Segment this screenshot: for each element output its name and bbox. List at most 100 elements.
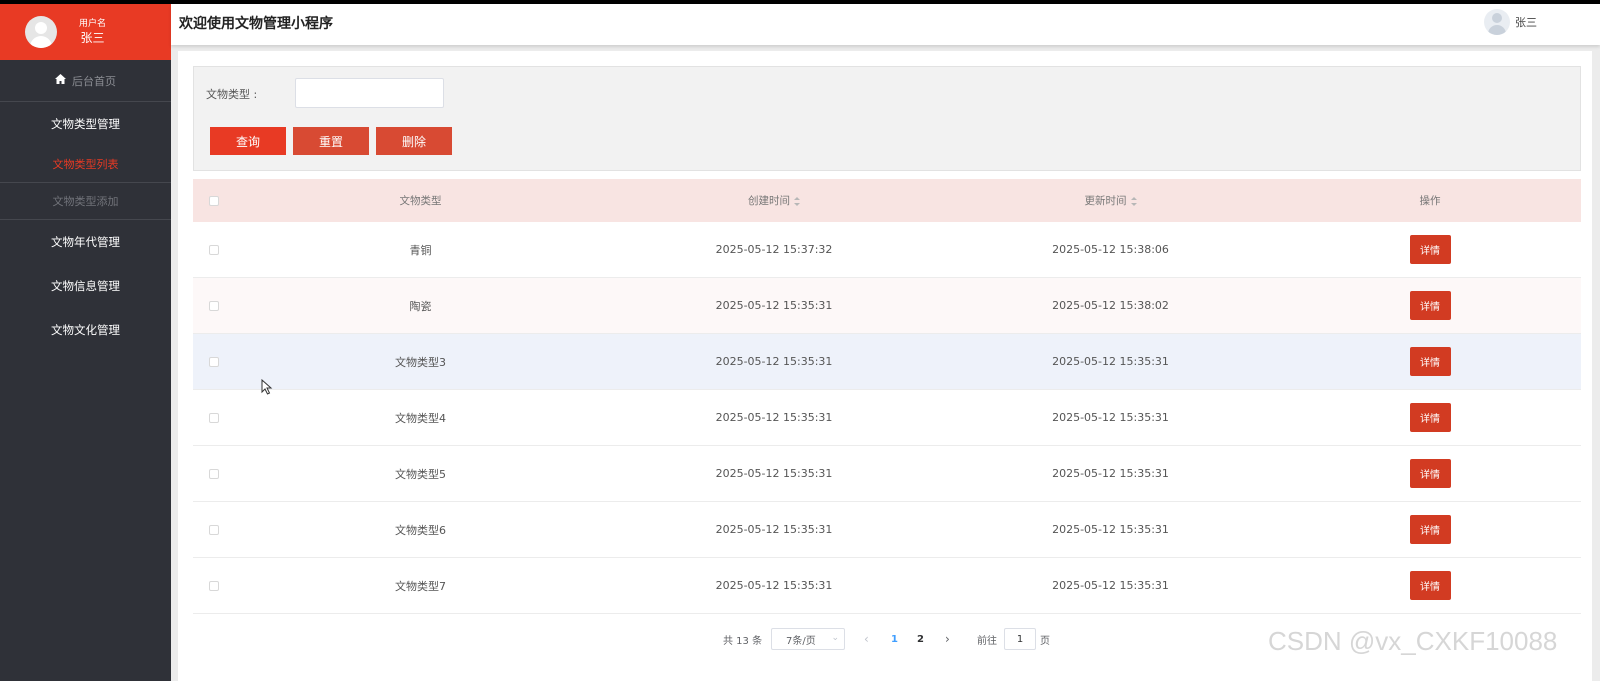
cell-updated: 2025-05-12 15:35:31 (1052, 579, 1169, 592)
row-checkbox-cell (193, 300, 235, 311)
cell-created: 2025-05-12 15:35:31 (715, 355, 833, 368)
user-name: 张三 (80, 31, 105, 45)
sidebar-group-artifact-era[interactable]: 文物年代管理 (0, 220, 171, 264)
cell-type: 文物类型4 (395, 411, 446, 425)
sidebar-group-label: 文物文化管理 (51, 323, 120, 337)
header-user-menu[interactable]: 张三 (1484, 9, 1537, 35)
query-button[interactable]: 查询 (210, 127, 286, 155)
row-checkbox[interactable] (209, 468, 219, 479)
column-header-ops: 操作 (1279, 193, 1581, 208)
next-page-icon[interactable]: › (945, 626, 950, 652)
artifact-type-input[interactable] (295, 78, 444, 108)
detail-button[interactable]: 详情 (1409, 403, 1451, 432)
goto-prefix: 前往 (977, 635, 997, 647)
search-panel: 文物类型 : 查询 重置 删除 (193, 66, 1581, 171)
row-checkbox-cell (193, 356, 235, 367)
sidebar-group-artifact-culture[interactable]: 文物文化管理 (0, 308, 171, 352)
cell-ops: 详情 (1279, 515, 1581, 544)
page-number-1[interactable]: 1 (891, 626, 898, 652)
row-checkbox-cell (193, 412, 235, 423)
sidebar-item-label: 文物类型列表 (52, 158, 119, 171)
avatar[interactable] (25, 16, 57, 48)
detail-button[interactable]: 详情 (1409, 571, 1451, 600)
detail-button[interactable]: 详情 (1409, 515, 1451, 544)
column-header-created[interactable]: 创建时间 (606, 193, 942, 208)
sidebar: 用户名 张三 后台首页 文物类型管理 文物类型列表 文物类型添加 文物年代管理 … (0, 4, 171, 681)
app-frame: 用户名 张三 后台首页 文物类型管理 文物类型列表 文物类型添加 文物年代管理 … (0, 4, 1600, 681)
sidebar-item-home[interactable]: 后台首页 (0, 60, 171, 102)
select-all-checkbox[interactable] (209, 195, 219, 206)
user-info: 用户名 张三 (79, 18, 106, 46)
delete-button[interactable]: 删除 (376, 127, 452, 155)
cell-type: 文物类型7 (395, 579, 446, 593)
page-size-value: 7条/页 (786, 635, 816, 647)
sort-icon[interactable] (794, 196, 800, 206)
sidebar-group-label: 文物年代管理 (51, 235, 120, 249)
cell-ops: 详情 (1279, 235, 1581, 264)
sort-icon[interactable] (1130, 196, 1137, 206)
cell-updated: 2025-05-12 15:38:02 (1052, 299, 1169, 312)
top-header: 欢迎使用文物管理小程序 张三 (171, 4, 1600, 45)
row-checkbox[interactable] (209, 412, 219, 423)
goto-suffix: 页 (1040, 635, 1050, 647)
column-header-type: 文物类型 (235, 193, 606, 208)
detail-button[interactable]: 详情 (1409, 291, 1451, 320)
sidebar-item-home-label: 后台首页 (72, 74, 116, 88)
cell-updated: 2025-05-12 15:35:31 (1052, 523, 1169, 536)
watermark: CSDN @vx_CXKF10088 (1268, 626, 1558, 656)
detail-button[interactable]: 详情 (1409, 235, 1451, 264)
cell-created: 2025-05-12 15:35:31 (715, 467, 833, 480)
chevron-down-icon: ⌄ (831, 633, 839, 643)
column-ops-label: 操作 (1419, 195, 1441, 207)
user-label: 用户名 (79, 19, 107, 29)
cell-type: 青铜 (409, 243, 432, 257)
table-row: 陶瓷 2025-05-12 15:35:31 2025-05-12 15:38:… (193, 278, 1581, 334)
table-row: 青铜 2025-05-12 15:37:32 2025-05-12 15:38:… (193, 222, 1581, 278)
row-checkbox[interactable] (209, 580, 219, 591)
page-size-select[interactable]: 7条/页 ⌄ (771, 628, 845, 650)
cell-created: 2025-05-12 15:35:31 (715, 523, 833, 536)
home-icon (55, 74, 66, 87)
row-checkbox-cell (193, 580, 235, 591)
artifact-type-label: 文物类型 : (206, 88, 258, 101)
row-checkbox[interactable] (209, 244, 219, 255)
sidebar-group-artifact-info[interactable]: 文物信息管理 (0, 264, 171, 308)
pagination-total: 共 13 条 (723, 635, 763, 647)
sidebar-item-type-add[interactable]: 文物类型添加 (0, 183, 171, 220)
page-number-2[interactable]: 2 (917, 626, 924, 652)
table-row: 文物类型7 2025-05-12 15:35:31 2025-05-12 15:… (193, 558, 1581, 614)
column-header-updated[interactable]: 更新时间 (942, 193, 1279, 208)
sidebar-item-type-list[interactable]: 文物类型列表 (0, 146, 171, 183)
cell-updated: 2025-05-12 15:35:31 (1052, 355, 1169, 368)
cell-type: 文物类型5 (395, 467, 446, 481)
table-row: 文物类型4 2025-05-12 15:35:31 2025-05-12 15:… (193, 390, 1581, 446)
sidebar-group-artifact-type[interactable]: 文物类型管理 (0, 102, 171, 146)
cell-updated: 2025-05-12 15:35:31 (1052, 467, 1169, 480)
cell-type: 文物类型6 (395, 523, 446, 537)
detail-button[interactable]: 详情 (1409, 459, 1451, 488)
table-header: 文物类型 创建时间 更新时间 操作 (193, 179, 1581, 222)
main-content: 文物类型 : 查询 重置 删除 文物类型 创建时间 更新时间 操作 青铜 202… (178, 51, 1592, 681)
prev-page-icon[interactable]: ‹ (864, 626, 869, 652)
header-user-name: 张三 (1515, 16, 1537, 29)
cell-ops: 详情 (1279, 403, 1581, 432)
row-checkbox[interactable] (209, 524, 219, 535)
data-table: 文物类型 创建时间 更新时间 操作 青铜 2025-05-12 15:37:32… (193, 179, 1581, 614)
cell-created: 2025-05-12 15:35:31 (715, 299, 833, 312)
row-checkbox[interactable] (209, 300, 219, 311)
page-title: 欢迎使用文物管理小程序 (179, 16, 333, 32)
row-checkbox-cell (193, 524, 235, 535)
row-checkbox-cell (193, 468, 235, 479)
column-type-label: 文物类型 (399, 195, 442, 207)
column-updated-label: 更新时间 (1084, 195, 1127, 207)
cell-created: 2025-05-12 15:35:31 (715, 411, 833, 424)
row-checkbox-cell (193, 244, 235, 255)
detail-button[interactable]: 详情 (1409, 347, 1451, 376)
reset-button[interactable]: 重置 (293, 127, 369, 155)
cell-created: 2025-05-12 15:35:31 (715, 579, 833, 592)
row-checkbox[interactable] (209, 356, 219, 367)
table-row: 文物类型3 2025-05-12 15:35:31 2025-05-12 15:… (193, 334, 1581, 390)
cell-type: 陶瓷 (409, 299, 432, 313)
cell-ops: 详情 (1279, 291, 1581, 320)
goto-page-input[interactable]: 1 (1004, 628, 1036, 650)
